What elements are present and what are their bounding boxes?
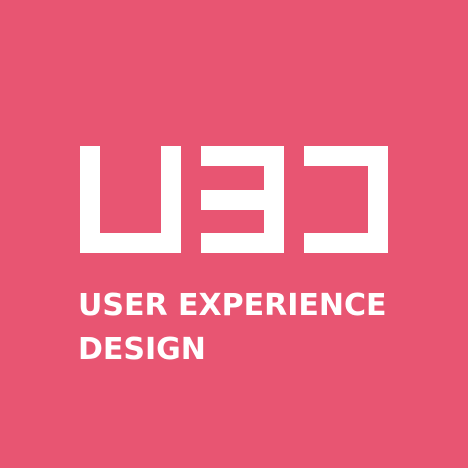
tagline-line-2: DESIGN (78, 332, 206, 367)
ued-letterforms (80, 146, 388, 253)
ued-logo-mark-icon (80, 146, 388, 253)
tagline-line-1: USER EXPERIENCE (78, 288, 387, 323)
d-right-stem (368, 146, 388, 253)
brand-tagline: USER EXPERIENCE DESIGN (78, 284, 438, 372)
e-right-stem (264, 146, 284, 253)
logo-canvas: USER EXPERIENCE DESIGN (0, 0, 468, 468)
u-bottom-bar (80, 233, 181, 253)
